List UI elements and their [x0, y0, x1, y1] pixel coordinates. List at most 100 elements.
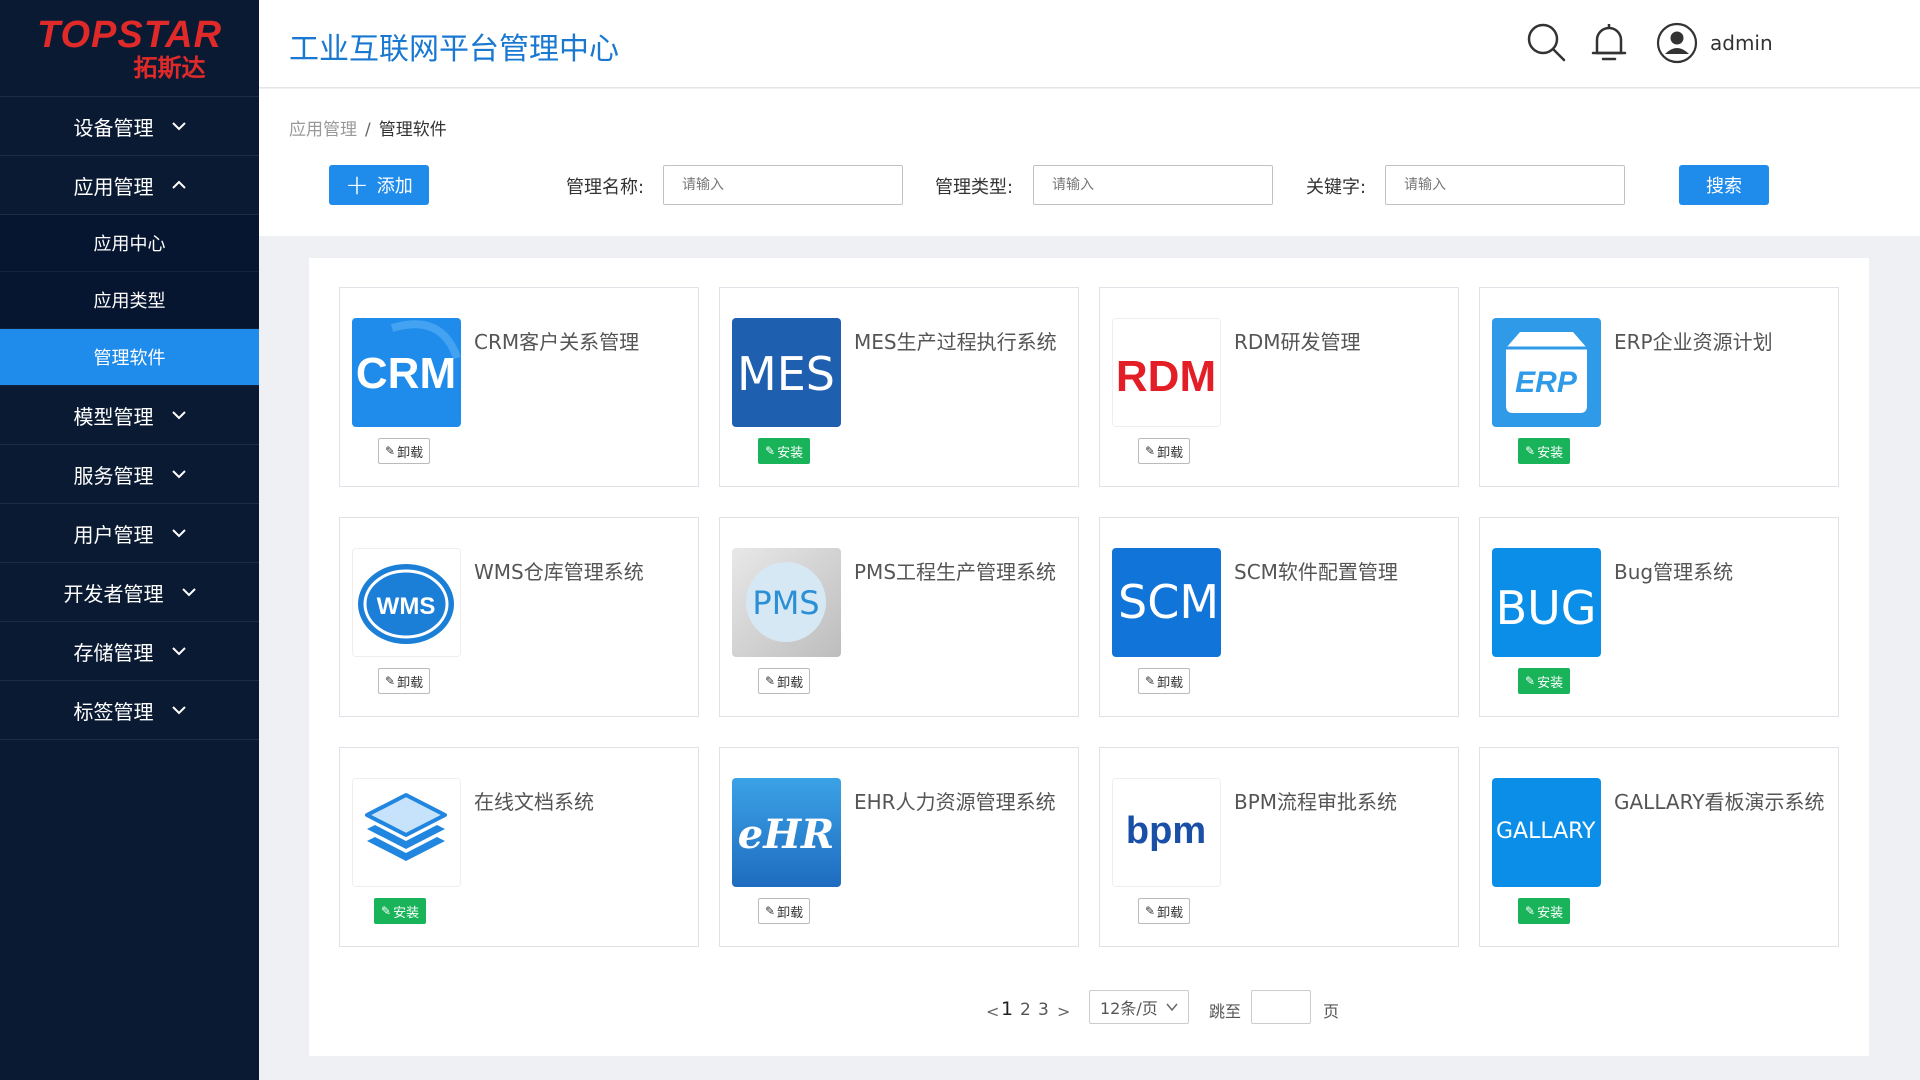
app-card-mes[interactable]: MES MES生产过程执行系统 ✎ 安装	[719, 287, 1079, 487]
sidebar-item-label: 模型管理	[73, 404, 154, 429]
install-button[interactable]: ✎ 安装	[1518, 898, 1571, 924]
install-button[interactable]: ✎ 安装	[1518, 438, 1571, 464]
search-icon[interactable]	[1524, 20, 1568, 64]
app-name: PMS工程生产管理系统	[854, 560, 1057, 584]
uninstall-button[interactable]: ✎ 卸载	[1138, 898, 1191, 924]
wrench-icon: ✎	[1145, 904, 1156, 918]
wms-logo-text: WMS	[377, 593, 436, 620]
mes-logo: MES	[732, 318, 841, 427]
filter-label-name: 管理名称:	[566, 177, 645, 198]
username: admin	[1710, 31, 1773, 55]
app-name: 在线文档系统	[474, 790, 594, 814]
breadcrumb-current: 管理软件	[378, 120, 447, 140]
app-card-scm[interactable]: SCM SCM软件配置管理 ✎ 卸载	[1099, 517, 1459, 717]
bug-logo: BUG	[1492, 548, 1601, 657]
chevron-down-icon	[171, 647, 186, 656]
bpm-logo: bpm	[1112, 778, 1221, 887]
uninstall-button[interactable]: ✎ 卸载	[1138, 438, 1191, 464]
wrench-icon: ✎	[1525, 904, 1536, 918]
pms-logo-text: PMS	[752, 584, 819, 622]
ehr-logo: eHR	[732, 778, 841, 887]
management-name-input[interactable]	[663, 165, 903, 205]
management-type-input[interactable]	[1033, 165, 1273, 205]
app-name: CRM客户关系管理	[474, 330, 640, 354]
sidebar-subitem-app-types[interactable]: 应用类型	[0, 272, 259, 329]
gallary-logo-text: GALLARY	[1496, 819, 1596, 844]
avatar-icon	[1656, 22, 1698, 64]
chevron-down-icon	[1166, 1003, 1178, 1012]
install-button[interactable]: ✎ 安装	[758, 438, 811, 464]
uninstall-button[interactable]: ✎ 卸载	[1138, 668, 1191, 694]
action-label: 卸载	[1157, 445, 1184, 461]
app-name: BPM流程审批系统	[1234, 790, 1398, 814]
bell-icon[interactable]	[1587, 20, 1631, 64]
action-label: 卸载	[397, 675, 424, 691]
app-card-crm[interactable]: CRM CRM客户关系管理 ✎ 卸载	[339, 287, 699, 487]
top-header: 工业互联网平台管理中心 admin	[259, 0, 1920, 88]
app-card-docs[interactable]: 在线文档系统 ✎ 安装	[339, 747, 699, 947]
app-card-wms[interactable]: WMS WMS仓库管理系统 ✎ 卸载	[339, 517, 699, 717]
app-card-erp[interactable]: ERP ERP企业资源计划 ✎ 安装	[1479, 287, 1839, 487]
chevron-down-icon	[171, 529, 186, 538]
sidebar-item-users[interactable]: 用户管理	[0, 504, 259, 563]
uninstall-button[interactable]: ✎ 卸载	[758, 898, 811, 924]
install-button[interactable]: ✎ 安装	[374, 898, 427, 924]
install-button[interactable]: ✎ 安装	[1518, 668, 1571, 694]
filter-label-keyword: 关键字:	[1306, 177, 1367, 198]
app-card-bug[interactable]: BUG Bug管理系统 ✎ 安装	[1479, 517, 1839, 717]
uninstall-button[interactable]: ✎ 卸载	[378, 438, 431, 464]
page-number-current[interactable]: 1	[1001, 998, 1013, 1020]
app-card-pms[interactable]: PMS PMS工程生产管理系统 ✎ 卸载	[719, 517, 1079, 717]
crm-logo: CRM	[352, 318, 461, 427]
app-card-gallary[interactable]: GALLARY GALLARY看板演示系统 ✎ 安装	[1479, 747, 1839, 947]
chevron-down-icon	[171, 706, 186, 715]
ehr-logo-text: eHR	[738, 811, 834, 858]
keyword-input[interactable]	[1385, 165, 1625, 205]
app-name: EHR人力资源管理系统	[854, 790, 1056, 814]
scm-logo-text: SCM	[1118, 575, 1219, 629]
app-card-rdm[interactable]: RDM RDM研发管理 ✎ 卸载	[1099, 287, 1459, 487]
page-size-value: 12条/页	[1100, 999, 1158, 1018]
app-name: SCM软件配置管理	[1234, 560, 1398, 584]
sidebar-item-services[interactable]: 服务管理	[0, 445, 259, 504]
wms-logo: WMS	[352, 548, 461, 657]
sidebar-item-models[interactable]: 模型管理	[0, 386, 259, 445]
sidebar-item-apps[interactable]: 应用管理	[0, 156, 259, 215]
search-button[interactable]: 搜索	[1679, 165, 1769, 205]
app-card-bpm[interactable]: bpm BPM流程审批系统 ✎ 卸载	[1099, 747, 1459, 947]
app-grid-panel: CRM CRM客户关系管理 ✎ 卸载 MES MES生产过程执行系统 ✎ 安装 RD…	[309, 258, 1869, 1056]
prev-page-button[interactable]: <	[986, 1002, 999, 1021]
uninstall-button[interactable]: ✎ 卸载	[758, 668, 811, 694]
bug-logo-text: BUG	[1496, 581, 1597, 635]
rdm-logo-text: RDM	[1116, 352, 1216, 401]
next-page-button[interactable]: >	[1057, 1002, 1070, 1021]
add-button[interactable]: + 添加	[329, 165, 429, 205]
sidebar-item-devices[interactable]: 设备管理	[0, 97, 259, 156]
sidebar-item-developers[interactable]: 开发者管理	[0, 563, 259, 622]
jump-to-page-input[interactable]	[1251, 990, 1311, 1024]
chevron-down-icon	[171, 470, 186, 479]
wrench-icon: ✎	[385, 674, 396, 688]
jump-to-label: 跳至	[1209, 1002, 1242, 1021]
wrench-icon: ✎	[765, 674, 776, 688]
chevron-up-icon	[171, 180, 186, 189]
user-menu[interactable]: admin	[1656, 22, 1773, 64]
gallary-logo: GALLARY	[1492, 778, 1601, 887]
action-label: 卸载	[1157, 675, 1184, 691]
uninstall-button[interactable]: ✎ 卸载	[378, 668, 431, 694]
sidebar-item-storage[interactable]: 存储管理	[0, 622, 259, 681]
page-title: 工业互联网平台管理中心	[289, 32, 619, 67]
action-label: 卸载	[1157, 905, 1184, 921]
page-size-select[interactable]: 12条/页	[1089, 990, 1189, 1024]
page-number[interactable]: 3	[1038, 1000, 1049, 1020]
breadcrumb-parent[interactable]: 应用管理	[289, 120, 357, 140]
action-label: 安装	[1537, 445, 1564, 461]
sidebar-subitem-management-software[interactable]: 管理软件	[0, 329, 259, 386]
wrench-icon: ✎	[381, 904, 392, 918]
app-name: RDM研发管理	[1234, 330, 1361, 354]
app-card-ehr[interactable]: eHR EHR人力资源管理系统 ✎ 卸载	[719, 747, 1079, 947]
sidebar-item-tags[interactable]: 标签管理	[0, 681, 259, 740]
sidebar-subitem-app-center[interactable]: 应用中心	[0, 215, 259, 272]
sidebar-item-label: 标签管理	[73, 699, 154, 724]
page-number[interactable]: 2	[1020, 1000, 1031, 1020]
